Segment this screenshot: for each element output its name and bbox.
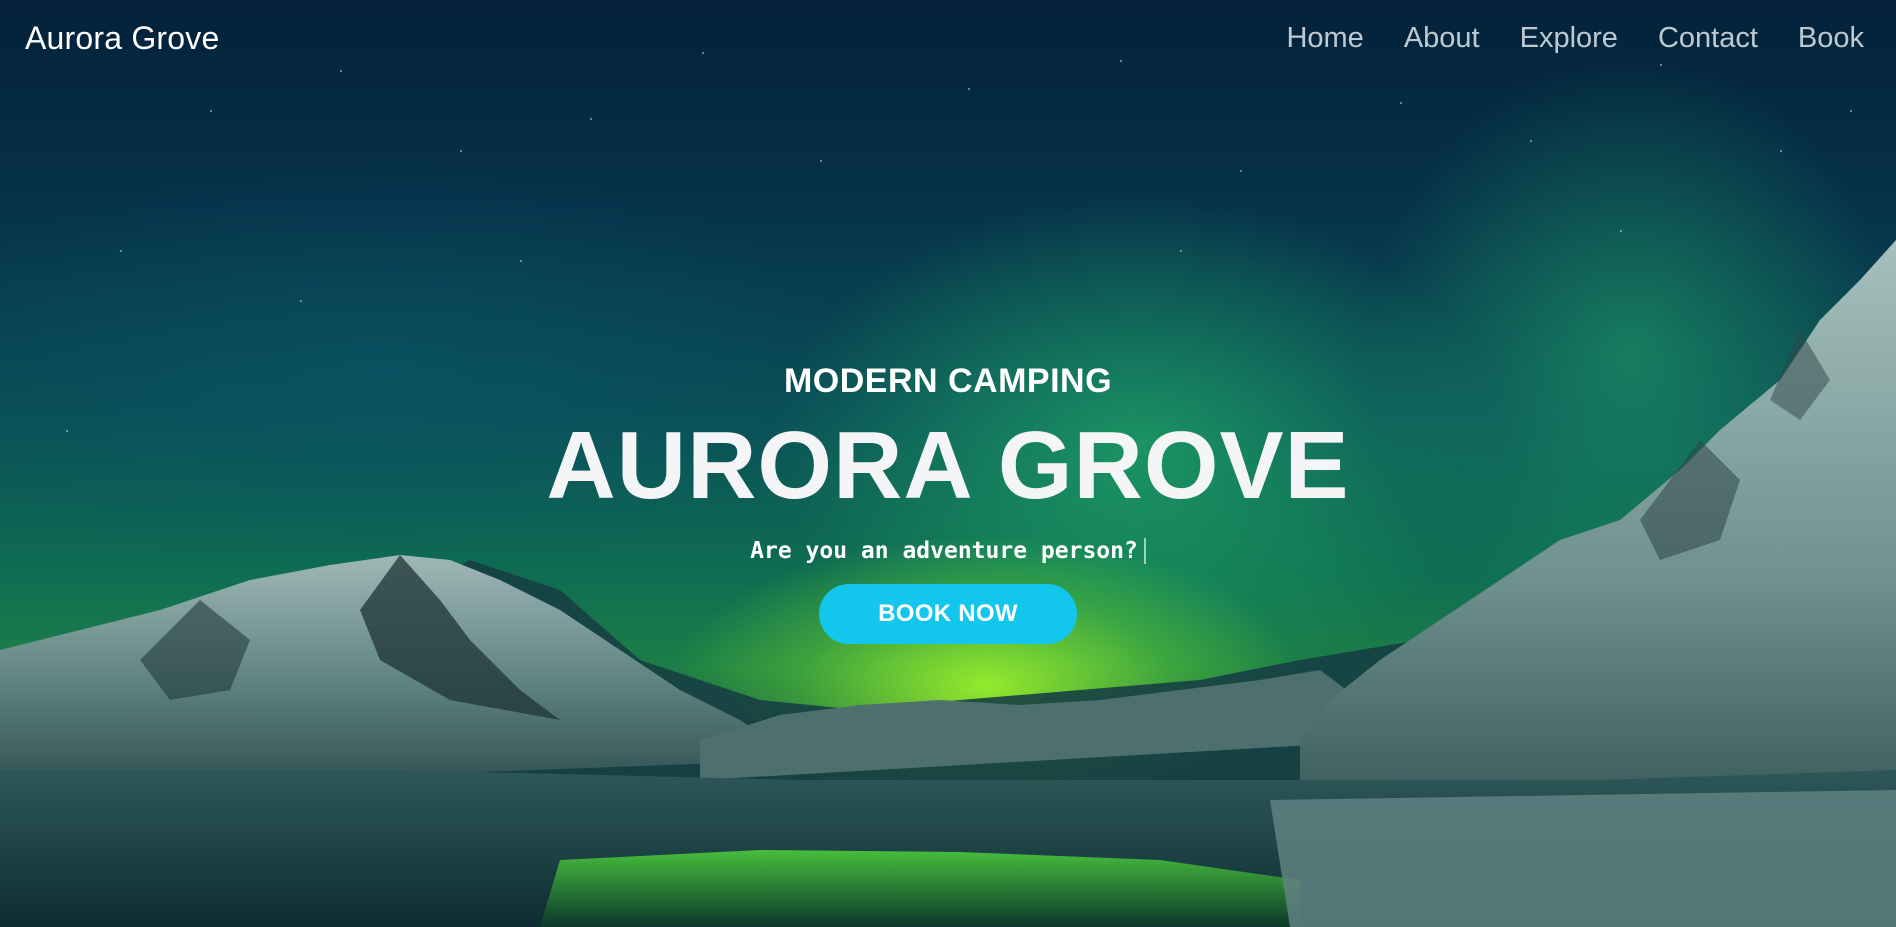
nav-link-explore[interactable]: Explore [1520, 22, 1618, 55]
cta-wrapper: BOOK NOW [0, 584, 1896, 644]
brand-logo[interactable]: Aurora Grove [25, 20, 219, 57]
hero-eyebrow: MODERN CAMPING [783, 362, 1113, 400]
nav-link-book[interactable]: Book [1798, 22, 1864, 55]
hero-content: MODERN CAMPING AURORA GROVE Are you an a… [0, 362, 1896, 644]
typing-cursor [1143, 538, 1146, 564]
top-navigation: Aurora Grove Home About Explore Contact … [0, 0, 1896, 84]
hero-tagline-text: Are you an adventure person? [750, 538, 1138, 564]
hero-section: Aurora Grove Home About Explore Contact … [0, 0, 1896, 927]
nav-link-about[interactable]: About [1404, 22, 1480, 55]
hero-title: AURORA GROVE [546, 412, 1350, 519]
nav-link-home[interactable]: Home [1286, 22, 1363, 55]
nav-menu: Home About Explore Contact Book [1286, 22, 1864, 55]
hero-tagline: Are you an adventure person? [750, 538, 1146, 564]
book-now-button[interactable]: BOOK NOW [819, 584, 1077, 644]
nav-link-contact[interactable]: Contact [1658, 22, 1758, 55]
